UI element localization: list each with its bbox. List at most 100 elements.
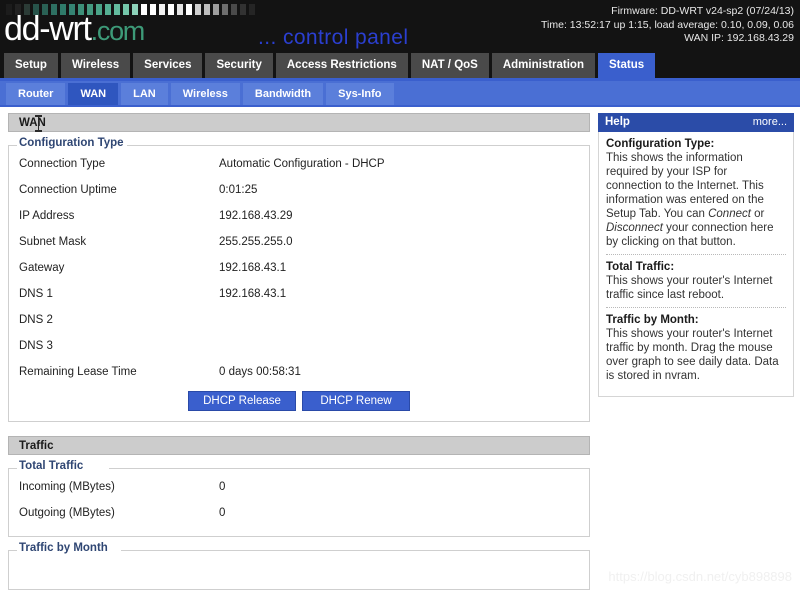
page-title: WAN: [19, 117, 46, 129]
info-row: DNS 2: [19, 307, 579, 333]
configuration-rows: Connection Type Automatic Configuration -…: [19, 151, 579, 385]
info-row: DNS 3: [19, 333, 579, 359]
subtab-lan[interactable]: LAN: [121, 83, 168, 105]
brand-logo-suffix: .com: [90, 16, 146, 46]
logo-segment: [213, 4, 219, 15]
help-section-body: This shows your router's Internet traffi…: [606, 275, 773, 301]
info-row-value: 192.168.43.29: [219, 210, 293, 222]
help-panel-body: Configuration Type: This shows the inform…: [598, 132, 794, 397]
traffic-title-band: Traffic: [8, 436, 590, 455]
info-row-value: 0 days 00:58:31: [219, 366, 301, 378]
info-row-value: Automatic Configuration - DHCP: [219, 158, 385, 170]
help-section-body: This shows your router's Internet traffi…: [606, 328, 779, 382]
info-row-value: 0: [219, 507, 226, 519]
wan-ip-text: WAN IP: 192.168.43.29: [684, 32, 794, 44]
subtab-router[interactable]: Router: [6, 83, 66, 105]
tab-wireless[interactable]: Wireless: [60, 53, 131, 78]
traffic-by-month-section: Traffic by Month: [8, 542, 590, 590]
logo-segment: [186, 4, 192, 15]
logo-segment: [204, 4, 210, 15]
help-emphasis: Connect: [708, 208, 751, 220]
help-title: Help: [605, 116, 630, 128]
help-section-heading: Traffic by Month:: [606, 314, 699, 326]
dhcp-release-button[interactable]: DHCP Release: [188, 391, 296, 411]
info-row: IP Address 192.168.43.29: [19, 203, 579, 229]
info-row-label: DNS 3: [19, 340, 53, 352]
info-row-label: Outgoing (MBytes): [19, 507, 115, 519]
brand-logo: dd-wrt.com: [4, 10, 146, 48]
total-traffic-section: Total Traffic Incoming (MBytes) 0 Outgoing…: [8, 460, 590, 537]
tab-status[interactable]: Status: [597, 53, 656, 78]
tab-nat-qos[interactable]: NAT / QoS: [410, 53, 489, 78]
info-row: Incoming (MBytes) 0: [19, 474, 579, 500]
help-emphasis: Disconnect: [606, 222, 663, 234]
info-row-label: Remaining Lease Time: [19, 366, 137, 378]
tab-administration[interactable]: Administration: [491, 53, 595, 78]
info-row-label: DNS 1: [19, 288, 53, 300]
info-row-label: Subnet Mask: [19, 236, 87, 248]
page-title-band: WAN: [8, 113, 590, 132]
logo-segment: [159, 4, 165, 15]
traffic-by-month-legend: Traffic by Month: [17, 542, 113, 554]
tab-setup[interactable]: Setup: [4, 53, 58, 78]
traffic-title: Traffic: [19, 440, 54, 452]
primary-nav: Setup Wireless Services Security Access Rest…: [0, 52, 800, 81]
help-more-link[interactable]: more...: [753, 113, 787, 132]
info-row: Remaining Lease Time 0 days 00:58:31: [19, 359, 579, 385]
info-row-value: 255.255.255.0: [219, 236, 293, 248]
info-row: DNS 1 192.168.43.1: [19, 281, 579, 307]
info-row: Outgoing (MBytes) 0: [19, 500, 579, 526]
logo-segment: [150, 4, 156, 15]
help-section: Total Traffic: This shows your router's I…: [606, 254, 786, 307]
legend-rule: [127, 145, 589, 146]
info-row: Subnet Mask 255.255.255.0: [19, 229, 579, 255]
info-row-value: 192.168.43.1: [219, 262, 287, 274]
logo-segment: [249, 4, 255, 15]
brand-tagline: ... control panel: [258, 26, 409, 49]
info-row-label: Gateway: [19, 262, 65, 274]
info-row-label: IP Address: [19, 210, 75, 222]
help-section-body: This shows the information required by y…: [606, 152, 774, 248]
logo-segment: [195, 4, 201, 15]
legend-rule: [121, 550, 589, 551]
app-header: dd-wrt.com ... control panel Firmware: D…: [0, 0, 800, 52]
logo-segment: [240, 4, 246, 15]
info-row: Connection Uptime 0:01:25: [19, 177, 579, 203]
info-row-value: 0: [219, 481, 226, 493]
subtab-bandwidth[interactable]: Bandwidth: [242, 83, 324, 105]
subtab-wan[interactable]: WAN: [68, 83, 119, 105]
total-traffic-rows: Incoming (MBytes) 0 Outgoing (MBytes) 0: [19, 474, 579, 526]
system-status-block: Firmware: DD-WRT v24-sp2 (07/24/13) Time…: [541, 5, 794, 46]
legend-rule: [109, 468, 589, 469]
tab-security[interactable]: Security: [205, 53, 273, 78]
info-row-value: 192.168.43.1: [219, 288, 287, 300]
help-panel-header: Help more...: [598, 113, 794, 132]
dhcp-renew-button[interactable]: DHCP Renew: [302, 391, 410, 411]
help-section: Traffic by Month: This shows your router'…: [606, 307, 786, 388]
info-row: Connection Type Automatic Configuration -…: [19, 151, 579, 177]
tab-services[interactable]: Services: [133, 53, 203, 78]
subtab-sys-info[interactable]: Sys-Info: [326, 83, 394, 105]
brand-logo-main: dd-wrt: [4, 10, 92, 48]
secondary-nav: Router WAN LAN Wireless Bandwidth Sys-Info: [0, 81, 800, 107]
firmware-text: Firmware: DD-WRT v24-sp2 (07/24/13): [611, 5, 794, 17]
info-row-label: Incoming (MBytes): [19, 481, 115, 493]
help-section-heading: Total Traffic:: [606, 261, 675, 273]
tab-access-restrictions[interactable]: Access Restrictions: [275, 53, 408, 78]
page-content: WAN Configuration Type Connection Type Au…: [0, 107, 800, 596]
main-column: WAN Configuration Type Connection Type Au…: [8, 113, 590, 590]
watermark: https://blog.csdn.net/cyb898898: [608, 569, 792, 584]
info-row-value: 0:01:25: [219, 184, 258, 196]
configuration-type-legend: Configuration Type: [17, 137, 129, 149]
info-row-label: Connection Type: [19, 158, 106, 170]
subtab-wireless[interactable]: Wireless: [170, 83, 240, 105]
info-row-label: DNS 2: [19, 314, 53, 326]
text-cursor-artifact: [35, 115, 42, 132]
total-traffic-legend: Total Traffic: [17, 460, 89, 472]
info-row: Gateway 192.168.43.1: [19, 255, 579, 281]
configuration-type-section: Configuration Type Connection Type Automa…: [8, 137, 590, 422]
logo-segment: [168, 4, 174, 15]
help-section: Configuration Type: This shows the inform…: [606, 138, 786, 254]
help-panel: Help more... Configuration Type: This sho…: [598, 113, 794, 397]
logo-segment: [177, 4, 183, 15]
